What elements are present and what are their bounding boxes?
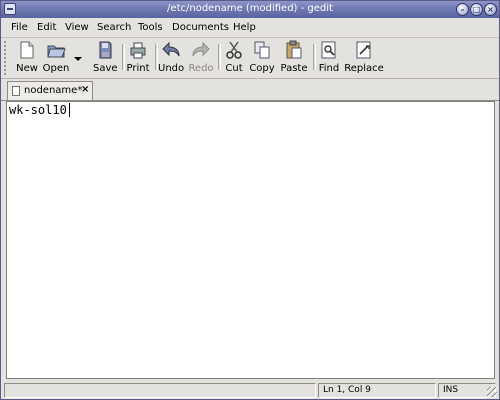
- close-window-button[interactable]: ×: [484, 3, 497, 16]
- redo-button[interactable]: Redo: [188, 40, 214, 78]
- find-button[interactable]: Find: [317, 40, 341, 78]
- maximize-button[interactable]: □: [470, 3, 483, 16]
- new-document-icon: [20, 41, 34, 59]
- window-title: /etc/nodename (modified) - gedit: [167, 3, 333, 14]
- save-label: Save: [93, 63, 118, 74]
- toolbar-separator: [218, 44, 221, 70]
- cut-label: Cut: [225, 63, 243, 74]
- menu-edit[interactable]: Edit: [37, 22, 56, 33]
- copy-label: Copy: [249, 63, 275, 74]
- print-icon: [130, 42, 146, 59]
- close-tab-icon[interactable]: ×: [81, 84, 89, 95]
- open-button[interactable]: Open: [42, 40, 70, 78]
- save-button[interactable]: Save: [93, 40, 118, 78]
- tab-label: nodename*: [24, 85, 83, 96]
- status-bar: Ln 1, Col 9 INS: [1, 382, 499, 399]
- cursor-position: Ln 1, Col 9: [318, 383, 436, 398]
- undo-button[interactable]: Undo: [158, 40, 184, 78]
- undo-icon: [162, 41, 180, 57]
- open-recent-dropdown[interactable]: [73, 40, 83, 78]
- paste-icon: [286, 40, 302, 59]
- paste-label: Paste: [280, 63, 308, 74]
- gedit-window: /etc/nodename (modified) - gedit – □ × F…: [0, 0, 500, 400]
- paste-button[interactable]: Paste: [279, 40, 309, 78]
- toolbar-separator: [313, 44, 316, 70]
- find-icon: [321, 41, 336, 59]
- menu-search[interactable]: Search: [97, 22, 131, 33]
- tab-nodename[interactable]: nodename* ×: [7, 81, 93, 100]
- find-label: Find: [318, 63, 340, 74]
- toolbar-grip[interactable]: [4, 41, 11, 75]
- save-icon: [99, 41, 112, 59]
- text-editor[interactable]: wk-sol10: [6, 101, 495, 379]
- print-label: Print: [126, 63, 150, 74]
- chevron-down-icon: [74, 57, 82, 61]
- menu-tools[interactable]: Tools: [138, 22, 163, 33]
- status-message: [4, 383, 316, 398]
- resize-grip[interactable]: [487, 387, 497, 397]
- text-cursor: [69, 103, 70, 117]
- menu-view[interactable]: View: [65, 22, 89, 33]
- redo-label: Redo: [188, 63, 214, 74]
- new-label: New: [16, 63, 38, 74]
- new-button[interactable]: New: [15, 40, 39, 78]
- replace-button[interactable]: Replace: [344, 40, 384, 78]
- replace-label: Replace: [344, 63, 384, 74]
- menu-bar: File Edit View Search Tools Documents He…: [1, 19, 499, 38]
- cut-button[interactable]: Cut: [223, 40, 245, 78]
- title-bar[interactable]: /etc/nodename (modified) - gedit – □ ×: [1, 1, 499, 18]
- replace-icon: [356, 41, 371, 59]
- menu-file[interactable]: File: [11, 22, 28, 33]
- document-tabs: nodename* ×: [1, 79, 499, 101]
- minimize-button[interactable]: –: [456, 3, 469, 16]
- open-label: Open: [42, 63, 70, 74]
- menu-help[interactable]: Help: [233, 22, 256, 33]
- open-folder-icon: [47, 45, 66, 58]
- undo-label: Undo: [158, 63, 185, 74]
- scissors-icon: [226, 41, 242, 59]
- menu-documents[interactable]: Documents: [172, 22, 229, 33]
- editor-text: wk-sol10: [9, 103, 67, 117]
- document-icon: [12, 86, 20, 96]
- redo-icon: [192, 41, 210, 57]
- toolbar: New Open Save Print Undo Redo Cut Copy P…: [1, 38, 499, 79]
- copy-icon: [254, 41, 270, 59]
- copy-button[interactable]: Copy: [249, 40, 275, 78]
- print-button[interactable]: Print: [125, 40, 151, 78]
